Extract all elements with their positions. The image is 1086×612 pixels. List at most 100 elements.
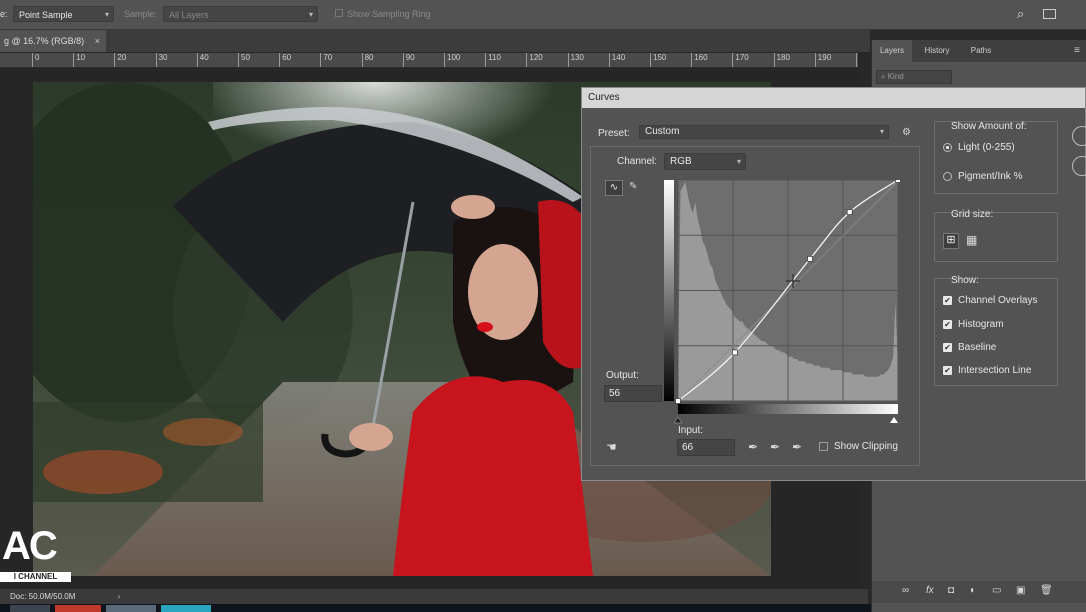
- panel-menu-icon[interactable]: ≡: [1074, 45, 1080, 56]
- pencil-icon[interactable]: ✎: [629, 181, 637, 192]
- close-icon[interactable]: ×: [95, 36, 100, 46]
- ruler-tick: 40: [196, 53, 209, 67]
- black-point-slider[interactable]: [673, 416, 683, 424]
- channel-overlays-checkbox[interactable]: ✔: [943, 296, 952, 305]
- taskbar-app-4[interactable]: [161, 605, 211, 612]
- taskbar-app-3[interactable]: [106, 605, 156, 612]
- curve-point-tool-icon[interactable]: ∿: [605, 180, 623, 196]
- pigment-radio[interactable]: [943, 172, 952, 181]
- sample-size-label: e:: [0, 9, 8, 19]
- input-gradient-bar: [678, 404, 898, 414]
- detailed-grid-icon[interactable]: ▦: [966, 233, 977, 247]
- ruler-tick: 30: [155, 53, 168, 67]
- new-layer-icon[interactable]: ▣: [1016, 585, 1025, 596]
- output-label: Output:: [606, 370, 639, 381]
- input-label: Input:: [678, 425, 704, 436]
- ruler-tick: 110: [485, 53, 501, 67]
- document-tab[interactable]: g @ 16.7% (RGB/8) ×: [0, 30, 106, 52]
- chevron-down-icon: ▾: [879, 127, 884, 136]
- output-field[interactable]: 56: [604, 385, 662, 402]
- intersection-line-label: Intersection Line: [958, 365, 1032, 376]
- ruler-tick: 90: [402, 53, 415, 67]
- simple-grid-icon[interactable]: ⊞: [943, 233, 959, 249]
- ruler-tick: 180: [773, 53, 790, 67]
- curve-point[interactable]: [895, 180, 901, 183]
- sample-value: All Layers: [169, 10, 209, 20]
- cancel-button[interactable]: [1072, 156, 1086, 176]
- channel-label: Channel:: [617, 156, 658, 167]
- ruler-tick: 190: [814, 53, 831, 67]
- chevron-down-icon: ▾: [104, 10, 109, 19]
- sample-select[interactable]: All Layers ▾: [163, 6, 318, 22]
- curve-point[interactable]: [807, 256, 813, 262]
- tab-paths[interactable]: Paths: [962, 40, 1000, 62]
- sampling-ring-checkbox[interactable]: [335, 9, 343, 17]
- histogram-label: Histogram: [958, 319, 1004, 330]
- show-clipping-checkbox[interactable]: [819, 442, 828, 451]
- ok-button[interactable]: [1072, 126, 1086, 146]
- ruler-tick: 50: [238, 53, 250, 67]
- target-adjust-icon[interactable]: ☚: [606, 440, 617, 454]
- fx-icon[interactable]: fx: [926, 585, 934, 596]
- sample-size-select[interactable]: Point Sample ▾: [13, 6, 114, 22]
- grid-size-label: Grid size:: [951, 209, 994, 220]
- kind-placeholder: Kind: [887, 72, 904, 81]
- light-radio[interactable]: [943, 143, 952, 152]
- gray-eyedropper-icon[interactable]: ✒: [770, 440, 780, 454]
- preset-select[interactable]: Custom ▾: [639, 125, 889, 139]
- baseline-checkbox[interactable]: ✔: [943, 343, 952, 352]
- layers-footer: ∞ fx ◘ ◐ ▭ ▣ 🗑: [872, 581, 1086, 603]
- black-eyedropper-icon[interactable]: ✒: [748, 440, 758, 454]
- show-amount-group: Show Amount of: Light (0-255) Pigment/In…: [934, 121, 1058, 194]
- show-amount-label: Show Amount of:: [951, 121, 1027, 132]
- logo-text: AC: [2, 524, 58, 568]
- document-tab-title: g @ 16.7% (RGB/8): [4, 36, 85, 46]
- curve-point[interactable]: [675, 398, 681, 404]
- taskbar-app-1[interactable]: [10, 605, 50, 612]
- show-clipping-label: Show Clipping: [834, 441, 898, 452]
- curve-point[interactable]: [732, 349, 738, 356]
- chevron-right-icon[interactable]: ›: [118, 592, 121, 601]
- ruler-tick: 160: [691, 53, 708, 67]
- channel-overlays-label: Channel Overlays: [958, 295, 1038, 306]
- input-field[interactable]: 66: [677, 439, 735, 456]
- show-group: Show: ✔ Channel Overlays ✔ Histogram ✔ B…: [934, 275, 1058, 386]
- histogram-checkbox[interactable]: ✔: [943, 320, 952, 329]
- white-eyedropper-icon[interactable]: ✒: [792, 440, 802, 454]
- ruler-tick: 100: [444, 53, 460, 67]
- workspace-icon[interactable]: [1043, 9, 1056, 19]
- ruler-tick: 120: [526, 53, 543, 67]
- pigment-label: Pigment/Ink %: [958, 171, 1023, 182]
- curves-graph[interactable]: [664, 180, 900, 425]
- channel-select[interactable]: RGB ▾: [664, 153, 746, 170]
- tab-layers[interactable]: Layers: [872, 40, 912, 62]
- curves-title-bar[interactable]: Curves: [582, 88, 1085, 108]
- ruler-tick: 170: [732, 53, 749, 67]
- ruler-tick: 20: [114, 53, 126, 67]
- adjustment-icon[interactable]: ◐: [970, 585, 976, 596]
- trash-icon[interactable]: 🗑: [1040, 585, 1053, 596]
- white-point-slider[interactable]: [890, 417, 898, 423]
- show-label: Show:: [951, 275, 979, 286]
- preset-label: Preset:: [598, 128, 630, 139]
- tab-history[interactable]: History: [916, 40, 958, 62]
- link-icon[interactable]: ∞: [902, 585, 909, 596]
- mask-icon[interactable]: ◘: [948, 585, 954, 596]
- ruler-tick: 10: [73, 53, 85, 67]
- layer-kind-filter[interactable]: ⌕ Kind: [876, 70, 952, 84]
- intersection-line-checkbox[interactable]: ✔: [943, 366, 952, 375]
- ruler-tick: 80: [361, 53, 374, 67]
- output-gradient-bar: [664, 180, 674, 401]
- curves-dialog: Curves Preset: Custom ▾ ⚙ Channel: RGB ▾…: [581, 87, 1086, 481]
- curve-point[interactable]: [846, 209, 853, 215]
- taskbar-app-2[interactable]: [55, 605, 101, 612]
- folder-icon[interactable]: ▭: [992, 585, 1001, 596]
- search-icon[interactable]: ⌕: [1017, 6, 1024, 22]
- gear-icon[interactable]: ⚙: [902, 127, 911, 138]
- grid-size-group: Grid size: ⊞ ▦: [934, 209, 1058, 262]
- ruler-tick: 140: [608, 53, 625, 67]
- ruler-tick: 2: [856, 53, 858, 67]
- preset-value: Custom: [645, 126, 680, 137]
- logo-channel-text: I CHANNEL: [0, 572, 71, 582]
- ruler-tick: 150: [650, 53, 666, 67]
